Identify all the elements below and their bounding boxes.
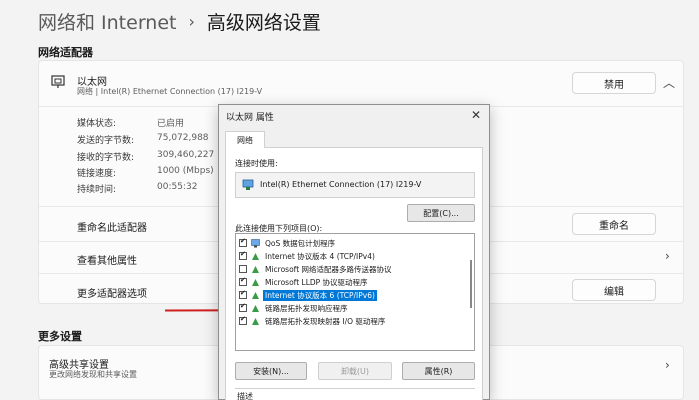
adapters-section-heading: 网络适配器 [38,46,93,59]
view-more-properties-label[interactable]: 查看其他属性 [77,252,137,267]
prop-value: 309,460,227 [157,150,215,160]
disable-button[interactable]: 禁用 [572,72,656,94]
checkbox[interactable] [239,302,247,312]
uninstall-button[interactable]: 卸载(U) [318,362,392,380]
install-button[interactable]: 安装(N)... [235,362,307,380]
checkbox[interactable] [239,237,247,247]
protocol-icon [252,265,259,273]
list-item[interactable]: Internet 协议版本 4 (TCP/IPv4) [239,250,461,262]
list-item[interactable]: 链路层拓扑发现响应程序 [239,302,461,314]
ethernet-properties-dialog: 以太网 属性 ✕ 网络 连接时使用: Intel(R) Ethernet Con… [218,104,490,400]
prop-value: 00:55:32 [157,182,198,192]
checkbox[interactable] [239,315,247,325]
dialog-title: 以太网 属性 [226,113,274,123]
checkbox[interactable] [239,289,247,299]
list-item-label: 链路层拓扑发现响应程序 [265,303,348,313]
close-icon[interactable]: ✕ [471,108,481,122]
protocol-icon [252,252,259,260]
ethernet-header-row[interactable]: 以太网 网络 | Intel(R) Ethernet Connection (1… [39,61,683,107]
description-groupbox: 描述 [235,388,475,400]
more-settings-heading: 更多设置 [38,330,82,343]
checkbox[interactable] [239,276,247,286]
prop-label: 媒体状态: [77,119,117,129]
list-item[interactable]: QoS 数据包计划程序 [239,237,461,249]
protocol-icon [252,317,259,325]
prop-value: 1000 (Mbps) [157,166,214,176]
checkbox[interactable] [239,250,247,260]
list-item[interactable]: Microsoft 网络适配器多路传送器协议 [239,263,461,275]
adapter-name: Intel(R) Ethernet Connection (17) I219-V [260,180,422,189]
qos-scheduler-icon [251,238,260,247]
protocol-icon [252,291,259,299]
components-list[interactable]: QoS 数据包计划程序 Internet 协议版本 4 (TCP/IPv4) M… [235,233,475,351]
protocol-icon [252,278,259,286]
prop-label: 发送的字节数: [77,136,135,146]
network-tab-panel: 连接时使用: Intel(R) Ethernet Connection (17)… [225,147,483,400]
list-item-label: Internet 协议版本 4 (TCP/IPv4) [265,251,375,261]
prop-value: 75,072,988 [157,133,209,143]
connect-using-label: 连接时使用: [235,159,278,168]
chevron-right-icon: › [188,11,195,31]
prop-value: 已启用 [157,119,185,129]
prop-label: 链接速度: [77,169,117,179]
list-item[interactable]: Microsoft LLDP 协议驱动程序 [239,276,461,288]
network-adapter-icon [242,179,254,190]
breadcrumb-parent-link[interactable]: 网络和 Internet [38,8,176,35]
checkbox[interactable] [239,265,247,273]
breadcrumb: 网络和 Internet › 高级网络设置 [38,6,321,36]
prop-label: 持续时间: [77,185,117,195]
list-item-label: QoS 数据包计划程序 [265,238,336,248]
page-title: 高级网络设置 [206,11,321,34]
configure-button[interactable]: 配置(C)... [407,204,475,222]
list-item-label: 链路层拓扑发现映射器 I/O 驱动程序 [265,316,386,326]
chevron-up-icon[interactable]: ︿ [663,74,675,91]
rename-adapter-label: 重命名此适配器 [77,223,147,234]
edit-button[interactable]: 编辑 [572,279,656,301]
list-item-label: Microsoft LLDP 协议驱动程序 [265,277,368,287]
properties-button[interactable]: 属性(R) [402,362,475,380]
ethernet-icon [51,75,65,88]
advanced-sharing-subtitle: 更改网络发现和共享设置 [49,370,137,379]
list-item-label: Internet 协议版本 6 (TCP/IPv6) [263,289,377,301]
tab-network[interactable]: 网络 [225,131,265,148]
protocol-icon [252,304,259,312]
rename-button[interactable]: 重命名 [572,213,656,235]
list-item[interactable]: 链路层拓扑发现映射器 I/O 驱动程序 [239,315,461,327]
more-adapter-options-label: 更多适配器选项 [77,289,147,300]
list-item-selected[interactable]: Internet 协议版本 6 (TCP/IPv6) [239,289,461,301]
prop-label: 接收的字节数: [77,153,135,163]
ethernet-description: 网络 | Intel(R) Ethernet Connection (17) I… [77,87,263,96]
adapter-name-box: Intel(R) Ethernet Connection (17) I219-V [235,172,475,198]
chevron-right-icon[interactable]: › [665,249,670,263]
scrollbar-thumb[interactable] [470,260,472,308]
description-label: 描述 [237,391,256,400]
list-item-label: Microsoft 网络适配器多路传送器协议 [265,264,392,274]
chevron-right-icon[interactable]: › [665,358,670,372]
